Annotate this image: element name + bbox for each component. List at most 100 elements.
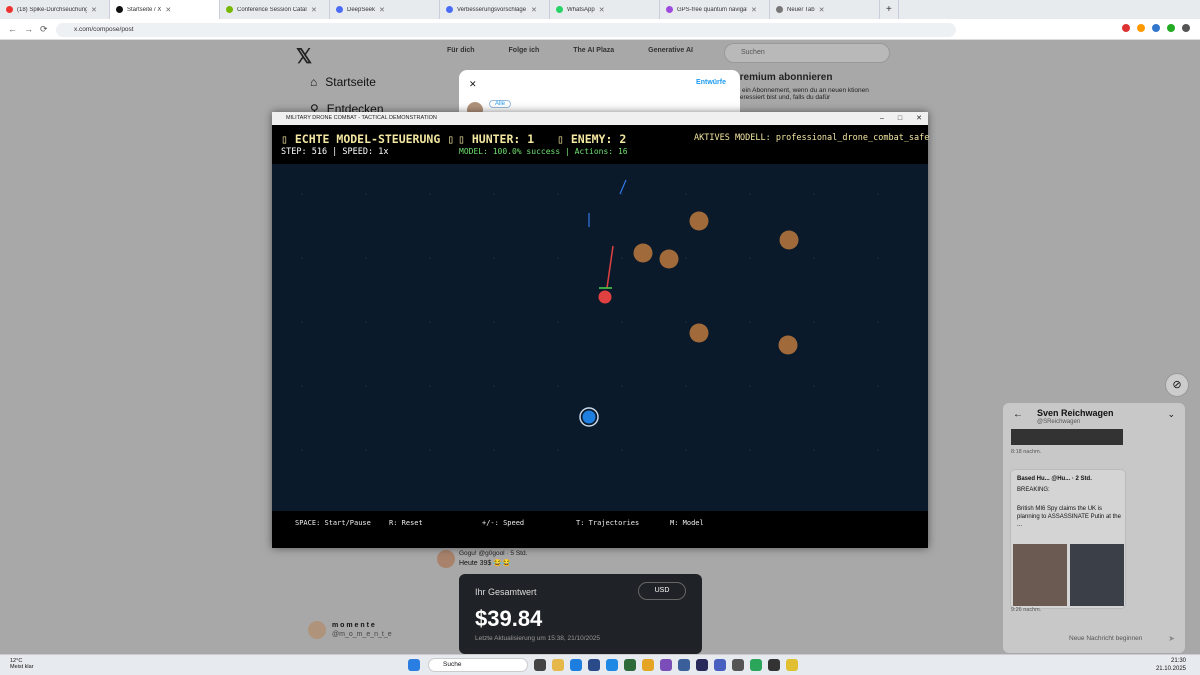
tab-following[interactable]: Folge ich	[509, 47, 540, 54]
game-arena[interactable]	[272, 164, 928, 511]
close-tab-icon[interactable]: ✕	[751, 6, 757, 14]
chrome-icon[interactable]	[642, 659, 654, 671]
post-image	[1013, 544, 1067, 606]
browser-tab[interactable]: WhatsApp ✕	[550, 0, 660, 19]
audience-selector[interactable]: Alle	[489, 100, 512, 108]
tab-ai-plaza[interactable]: The AI Plaza	[573, 47, 614, 54]
shared-post-card[interactable]: Based Hu... @Hu... · 2 Std. BREAKING: Br…	[1010, 469, 1126, 609]
hunter-drone	[598, 290, 612, 304]
nav-home-label: Startseite	[325, 75, 376, 89]
grid-dot	[877, 449, 879, 451]
nav-home[interactable]: ⌂ Startseite	[310, 75, 376, 89]
grid-dot	[301, 193, 303, 195]
back-icon[interactable]: ←	[8, 24, 17, 34]
app-icon[interactable]	[732, 659, 744, 671]
taskbar-search[interactable]: Suche	[428, 658, 528, 672]
grid-dot	[813, 257, 815, 259]
extension-icon[interactable]	[1152, 24, 1160, 32]
message-image[interactable]	[1011, 429, 1123, 445]
maximize-icon[interactable]: □	[898, 112, 902, 125]
tab-favicon-icon	[776, 6, 783, 13]
edge-icon[interactable]	[570, 659, 582, 671]
browser-tab[interactable]: Conference Session Catalog | N ✕	[220, 0, 330, 19]
control-hint: T: Trajectories	[576, 519, 640, 527]
browser-tab[interactable]: Neuer Tab ✕	[770, 0, 880, 19]
tab-favicon-icon	[6, 6, 13, 13]
profile-switcher[interactable]: m o m e n t e @m_o_m_e_n_t_e	[308, 621, 392, 639]
tab-generative-ai[interactable]: Generative AI	[648, 47, 693, 54]
drafts-button[interactable]: Entwürfe	[696, 79, 726, 86]
grid-dot	[749, 257, 751, 259]
message-input[interactable]: Neue Nachricht beginnen	[1069, 635, 1142, 642]
grid-dot	[429, 385, 431, 387]
close-icon[interactable]: ✕	[916, 112, 922, 125]
tab-title: (18) Spike-Durchseuchung	[17, 6, 87, 13]
send-icon[interactable]: ➤	[1168, 634, 1175, 643]
app-icon[interactable]	[750, 659, 762, 671]
grid-dot	[685, 257, 687, 259]
arena-background	[272, 164, 928, 511]
search-input[interactable]: Suchen	[724, 43, 890, 63]
minimize-icon[interactable]: –	[880, 112, 884, 125]
extension-icon[interactable]	[1167, 24, 1175, 32]
extension-icon[interactable]	[1122, 24, 1130, 32]
app-icon[interactable]	[696, 659, 708, 671]
browser-tab[interactable]: (18) Spike-Durchseuchung ✕	[0, 0, 110, 19]
app-icon[interactable]	[678, 659, 690, 671]
wallet-value: $39.84	[475, 606, 543, 631]
x-logo-icon[interactable]: 𝕏	[296, 44, 312, 69]
tab-favicon-icon	[556, 6, 563, 13]
browser-tab[interactable]: DeepSeek ✕	[330, 0, 440, 19]
taskbar: 12°C Meist klar Suche 21:30 21.10.2025	[0, 654, 1200, 675]
grid-dot	[685, 321, 687, 323]
app-icon[interactable]	[588, 659, 600, 671]
tab-title: Neuer Tab	[787, 6, 815, 13]
start-icon[interactable]	[408, 659, 420, 671]
close-tab-icon[interactable]: ✕	[165, 6, 171, 14]
collapse-icon[interactable]: ⌄	[1167, 409, 1175, 420]
back-icon[interactable]: ←	[1013, 409, 1023, 420]
close-tab-icon[interactable]: ✕	[599, 6, 605, 14]
grid-dot	[365, 193, 367, 195]
extension-icons	[1122, 24, 1190, 32]
tab-for-you[interactable]: Für dich	[447, 47, 475, 54]
currency-select[interactable]: USD	[638, 582, 686, 600]
tab-title: Verbesserungsvorschläge für D	[457, 6, 527, 13]
outlook-icon[interactable]	[606, 659, 618, 671]
close-tab-icon[interactable]: ✕	[311, 6, 317, 14]
app-icon[interactable]	[624, 659, 636, 671]
close-tab-icon[interactable]: ✕	[819, 6, 825, 14]
forward-icon[interactable]: →	[24, 24, 33, 34]
close-icon[interactable]: ✕	[469, 79, 477, 90]
grid-dot	[749, 449, 751, 451]
system-clock[interactable]: 21:30 21.10.2025	[1156, 657, 1186, 673]
avatar	[437, 550, 455, 568]
address-bar: ← → ⟳ x.com/compose/post	[0, 19, 1200, 40]
close-tab-icon[interactable]: ✕	[379, 6, 385, 14]
app-icon[interactable]	[768, 659, 780, 671]
browser-tab[interactable]: GPS-free quantum navigation ✕	[660, 0, 770, 19]
browser-tab[interactable]: Startseite / X ✕	[110, 0, 220, 19]
game-titlebar: MILITARY DRONE COMBAT - TACTICAL DEMONST…	[272, 112, 928, 125]
grid-dot	[301, 257, 303, 259]
grok-icon[interactable]: ⊘	[1165, 373, 1189, 397]
grid-dot	[749, 321, 751, 323]
new-tab-button[interactable]: +	[880, 0, 899, 19]
teams-icon[interactable]	[660, 659, 672, 671]
weather-widget[interactable]: 12°C Meist klar	[10, 658, 34, 670]
reload-icon[interactable]: ⟳	[40, 24, 48, 35]
grid-dot	[493, 449, 495, 451]
shared-post-text: British MI6 Spy claims the UK is plannin…	[1017, 506, 1121, 528]
url-field[interactable]: x.com/compose/post	[56, 23, 956, 37]
taskview-icon[interactable]	[534, 659, 546, 671]
close-tab-icon[interactable]: ✕	[531, 6, 537, 14]
extension-icon[interactable]	[1137, 24, 1145, 32]
browser-tab[interactable]: Verbesserungsvorschläge für D ✕	[440, 0, 550, 19]
app-icon[interactable]	[714, 659, 726, 671]
explorer-icon[interactable]	[552, 659, 564, 671]
game-window: MILITARY DRONE COMBAT - TACTICAL DEMONST…	[272, 112, 929, 548]
python-icon[interactable]	[786, 659, 798, 671]
profile-icon[interactable]	[1182, 24, 1190, 32]
chat-contact-name: Sven Reichwagen	[1037, 408, 1114, 418]
close-tab-icon[interactable]: ✕	[91, 6, 97, 14]
